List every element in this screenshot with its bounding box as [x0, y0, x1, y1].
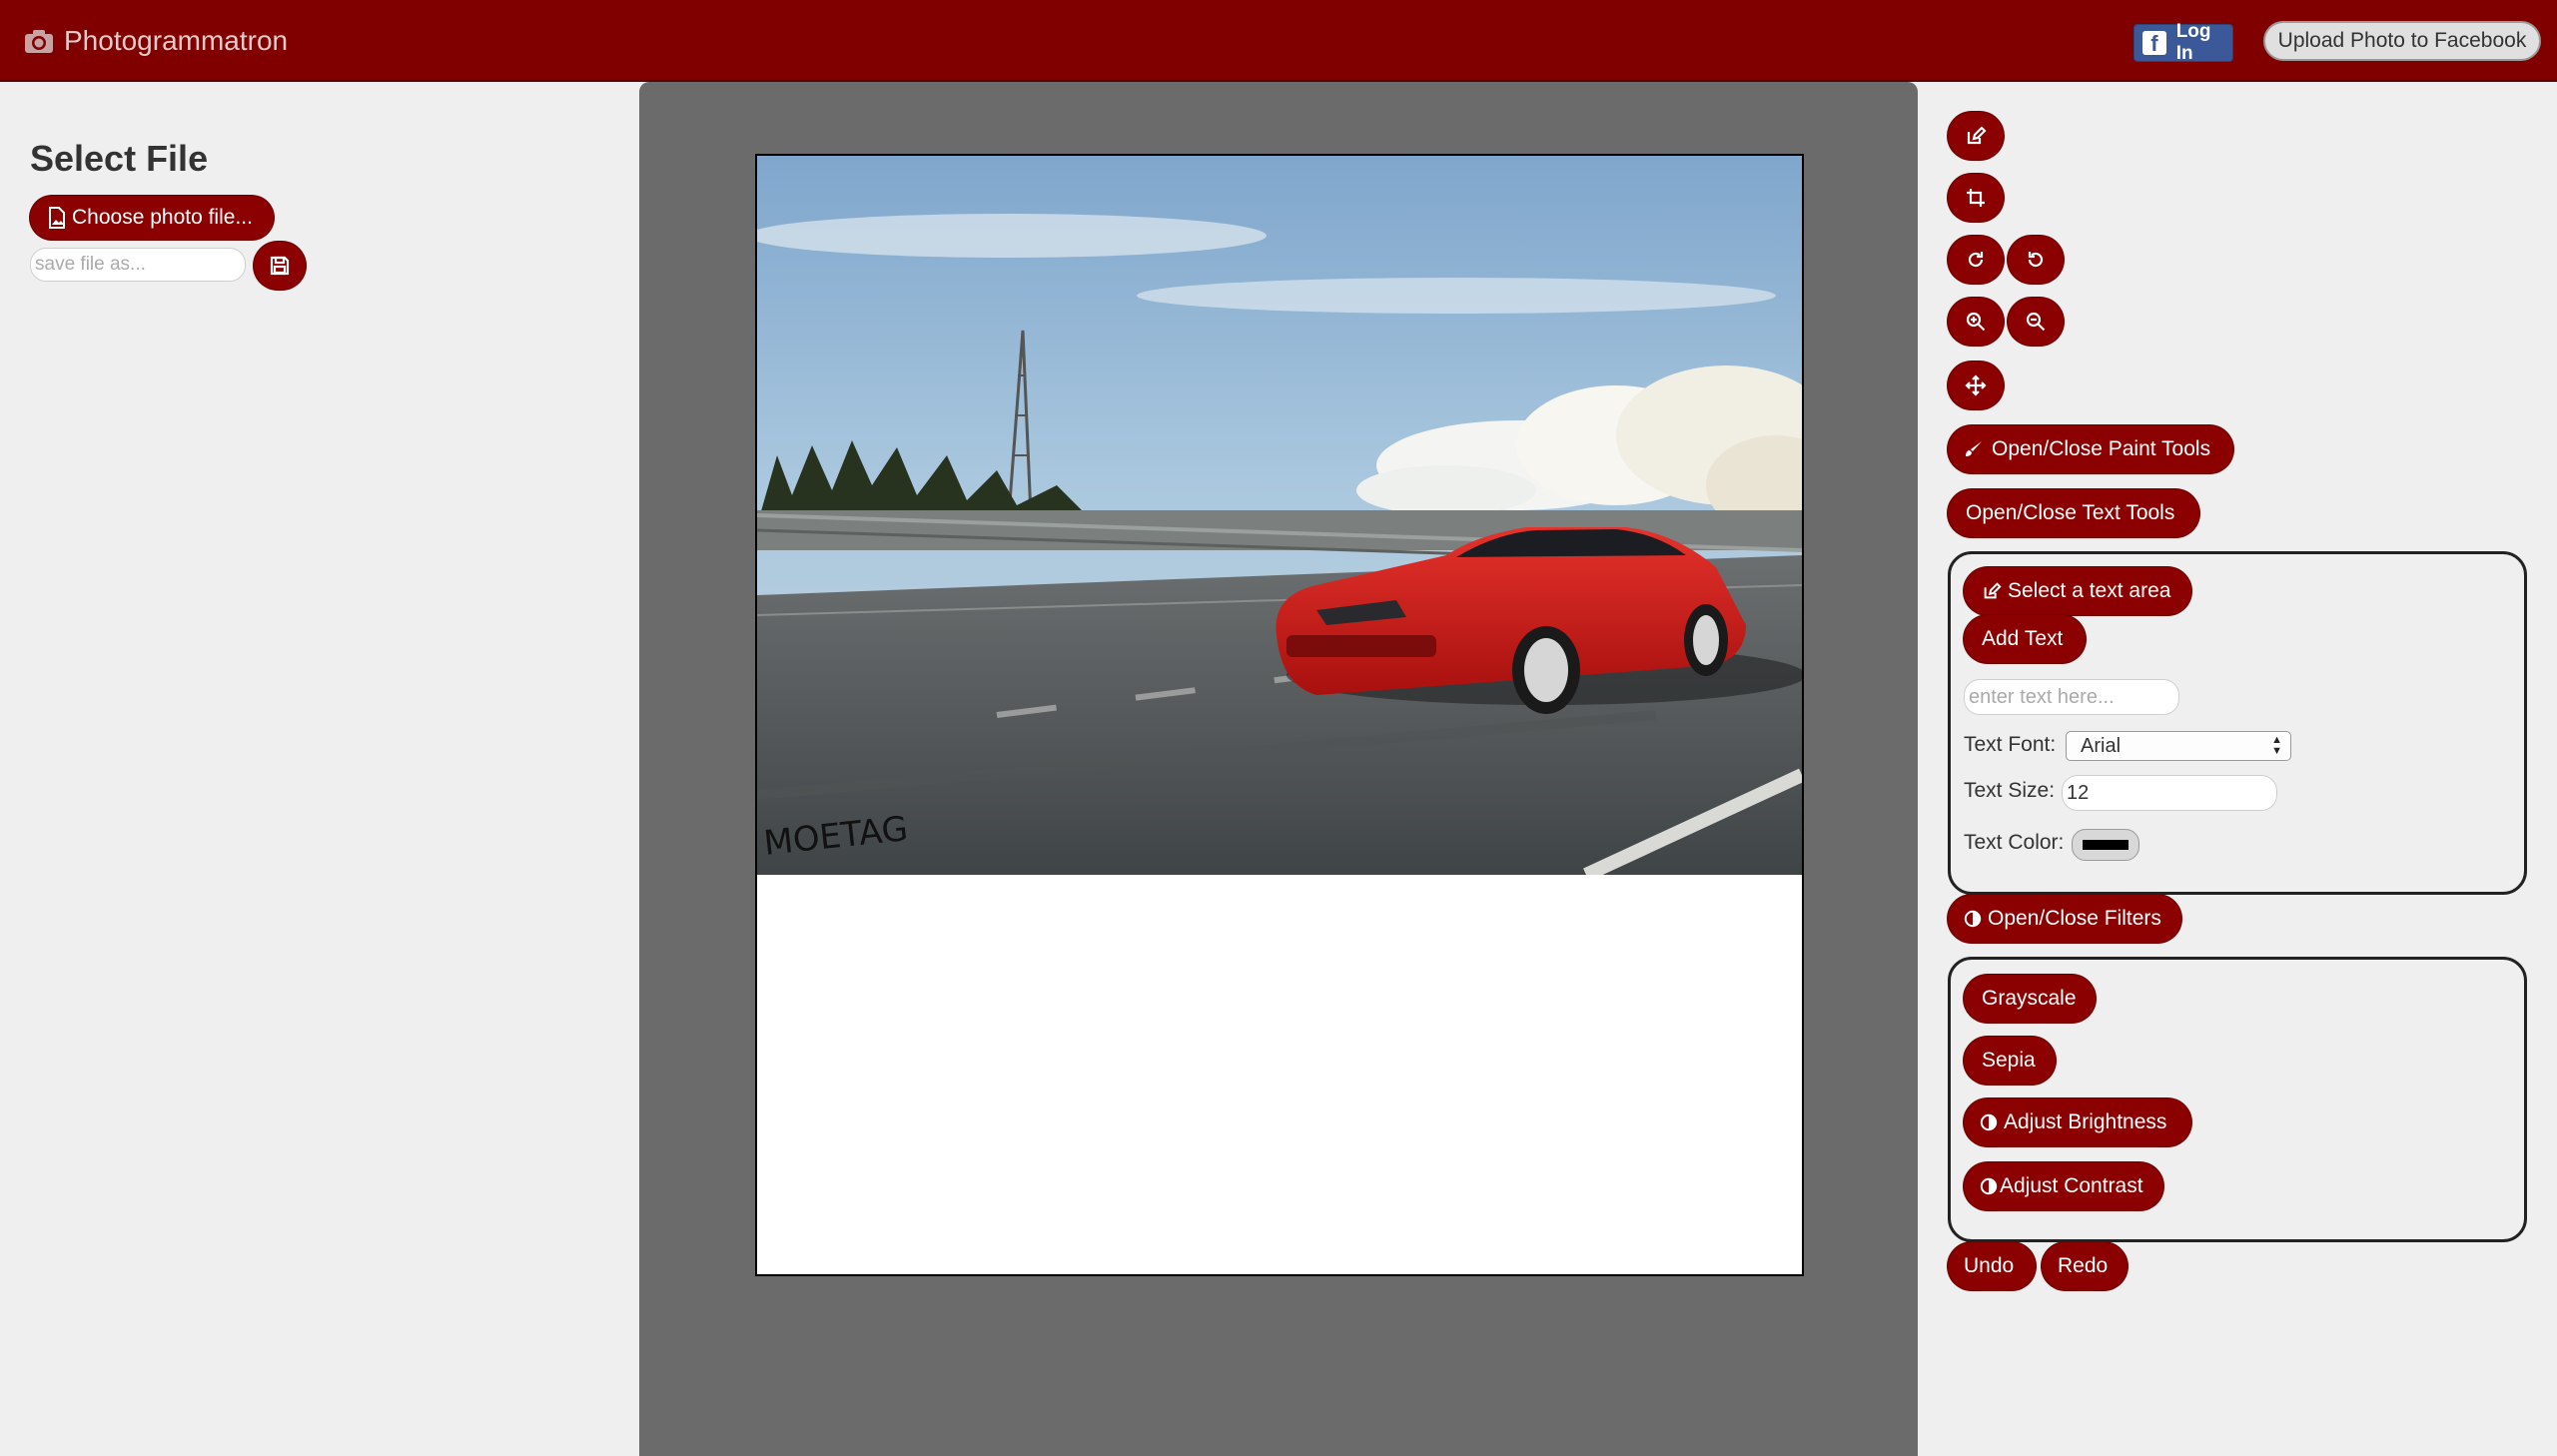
photo-canvas[interactable]: MOETAG [755, 154, 1804, 1276]
text-color-picker[interactable] [2072, 829, 2139, 861]
choose-photo-button[interactable]: Choose photo file... [30, 196, 274, 240]
crop-button[interactable] [1948, 174, 2004, 222]
zoom-out-button[interactable] [2008, 298, 2064, 346]
undo-button[interactable]: Undo [1948, 1242, 2036, 1290]
choose-photo-label: Choose photo file... [72, 206, 253, 229]
facebook-icon: f [2142, 31, 2166, 56]
edit-icon [1984, 582, 2002, 599]
adjust-brightness-button[interactable]: Adjust Brightness [1964, 1098, 2191, 1146]
move-button[interactable] [1948, 362, 2004, 409]
select-file-heading: Select File [30, 138, 209, 179]
text-size-input[interactable] [2062, 775, 2277, 811]
color-preview [2083, 840, 2129, 850]
facebook-login-label: Log In [2175, 21, 2211, 64]
edit-icon [1967, 126, 1987, 145]
adjust-contrast-label: Adjust Contrast [2000, 1174, 2143, 1197]
filters-toggle-button[interactable]: Open/Close Filters [1948, 895, 2181, 943]
edit-button[interactable] [1948, 112, 2004, 160]
contrast-icon [1980, 1113, 1998, 1131]
rotate-right-button[interactable] [1948, 236, 2004, 284]
text-font-value: Arial [2081, 735, 2122, 757]
save-button[interactable] [254, 242, 306, 290]
text-input[interactable] [1964, 679, 2179, 715]
edited-photo: MOETAG [757, 156, 1802, 875]
rotate-ccw-icon [2028, 252, 2044, 268]
filters-label: Open/Close Filters [1988, 907, 2161, 930]
zoom-in-icon [1966, 312, 1986, 332]
contrast-icon [1964, 910, 1982, 928]
brand-name: Photogrammatron [64, 25, 289, 56]
brush-icon [1966, 441, 1982, 456]
paint-tools-toggle-button[interactable]: Open/Close Paint Tools [1948, 425, 2233, 473]
save-icon [270, 256, 290, 276]
facebook-login-button[interactable]: f Log In [2133, 21, 2233, 64]
text-tools-toggle-button[interactable]: Open/Close Text Tools [1948, 489, 2199, 537]
file-image-icon [49, 207, 65, 229]
zoom-out-icon [2026, 312, 2046, 332]
sepia-button[interactable]: Sepia [1964, 1037, 2056, 1085]
text-font-label: Text Font: [1964, 733, 2057, 756]
navbar: Photogrammatron f Log In Upload Photo to… [0, 0, 2557, 82]
select-arrows-icon: ▲ ▼ [2271, 734, 2282, 757]
zoom-in-button[interactable] [1948, 298, 2004, 346]
grayscale-button[interactable]: Grayscale [1964, 975, 2096, 1023]
adjust-contrast-button[interactable]: Adjust Contrast [1964, 1162, 2163, 1210]
select-text-area-label: Select a text area [2008, 579, 2171, 602]
text-color-label: Text Color: [1964, 831, 2065, 854]
upload-to-facebook-button[interactable]: Upload Photo to Facebook [2263, 21, 2541, 61]
add-text-button[interactable]: Add Text [1964, 615, 2086, 663]
save-filename-input[interactable] [30, 248, 246, 282]
text-size-label: Text Size: [1964, 779, 2056, 802]
camera-icon [25, 30, 53, 53]
adjust-brightness-label: Adjust Brightness [2004, 1110, 2167, 1133]
contrast-icon [1980, 1177, 1998, 1195]
rotate-cw-icon [1968, 252, 1984, 268]
text-font-select[interactable]: Arial ▲ ▼ [2066, 731, 2291, 761]
brand[interactable]: Photogrammatron [24, 22, 288, 60]
rotate-left-button[interactable] [2008, 236, 2064, 284]
select-text-area-button[interactable]: Select a text area [1964, 567, 2191, 615]
redo-button[interactable]: Redo [2042, 1242, 2128, 1290]
move-icon [1965, 374, 1987, 396]
paint-tools-label: Open/Close Paint Tools [1992, 437, 2211, 460]
crop-icon [1967, 189, 1985, 207]
